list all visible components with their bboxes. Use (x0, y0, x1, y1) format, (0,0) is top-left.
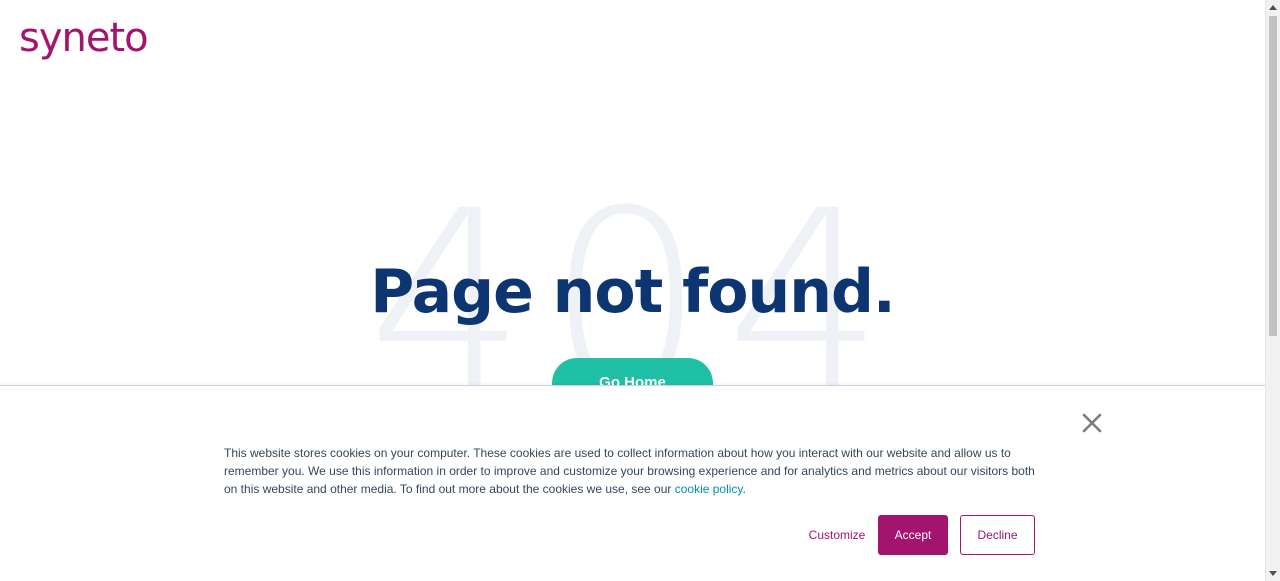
scroll-up-arrow-icon[interactable] (1269, 5, 1277, 10)
customize-button[interactable]: Customize (802, 515, 872, 555)
syneto-logo[interactable]: syneto (19, 18, 149, 58)
accept-button[interactable]: Accept (878, 515, 948, 555)
scrollbar-thumb[interactable] (1269, 16, 1277, 336)
scroll-down-arrow-icon[interactable] (1269, 571, 1277, 576)
cookie-notice-body: This website stores cookies on your comp… (224, 446, 1035, 496)
cookie-notice-text: This website stores cookies on your comp… (224, 444, 1044, 498)
cookie-banner: This website stores cookies on your comp… (0, 385, 1265, 581)
close-icon[interactable] (1081, 412, 1103, 434)
cookie-policy-link[interactable]: cookie policy (675, 482, 743, 496)
page: syneto 404 Page not found. Go Home This … (0, 0, 1265, 581)
decline-button[interactable]: Decline (960, 515, 1035, 555)
vertical-scrollbar[interactable] (1265, 0, 1280, 581)
page-title: Page not found. (370, 257, 895, 327)
cookie-notice-end: . (742, 482, 746, 496)
